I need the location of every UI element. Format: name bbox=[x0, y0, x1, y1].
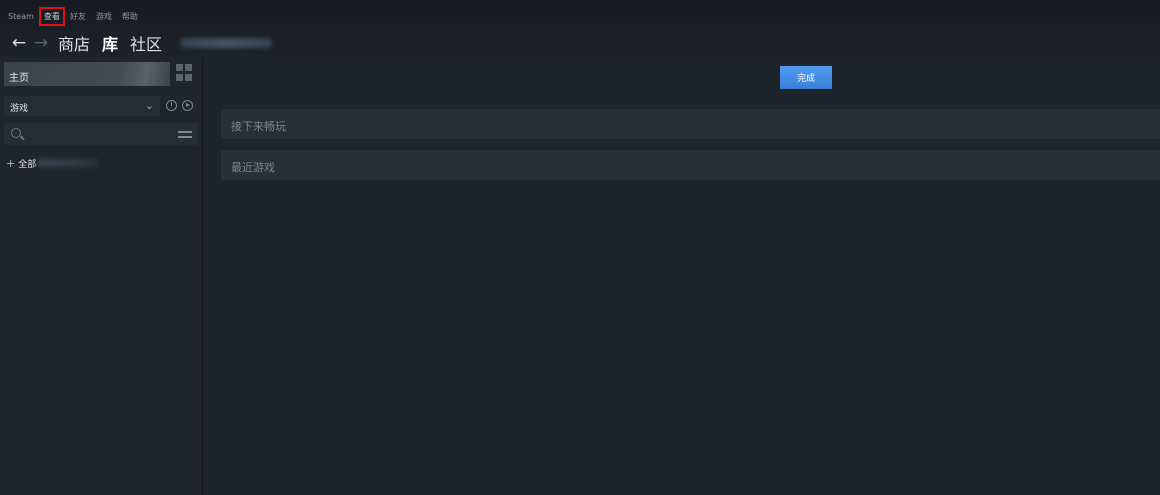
menu-friends[interactable]: 好友 bbox=[67, 9, 89, 24]
nav-community[interactable]: 社区 bbox=[130, 31, 162, 55]
search-icon bbox=[11, 128, 21, 138]
blurred-count bbox=[38, 159, 99, 167]
menu-bar: Steam 查看 好友 游戏 帮助 bbox=[5, 6, 141, 26]
home-button[interactable]: 主页 bbox=[4, 62, 170, 86]
nav-library[interactable]: 库 bbox=[102, 31, 118, 55]
menu-help[interactable]: 帮助 bbox=[119, 9, 141, 24]
advanced-filter-icon[interactable] bbox=[178, 129, 192, 139]
games-filter-dropdown[interactable]: 游戏 ⌄ bbox=[4, 96, 160, 116]
title-bar: Steam 查看 好友 游戏 帮助 ← → 商店 库 社区 bbox=[0, 0, 1160, 58]
library-sidebar: 主页 游戏 ⌄ + 全部 bbox=[0, 58, 203, 495]
nav-bar: ← → 商店 库 社区 bbox=[8, 31, 273, 55]
clock-icon[interactable] bbox=[166, 100, 177, 111]
search-input[interactable] bbox=[28, 125, 172, 143]
play-icon[interactable] bbox=[182, 100, 193, 111]
username-blurred[interactable] bbox=[180, 38, 273, 48]
expand-plus-icon[interactable]: + bbox=[6, 157, 15, 170]
shelf-up-next[interactable]: 接下来畅玩 bbox=[221, 109, 1160, 139]
menu-games[interactable]: 游戏 bbox=[93, 9, 115, 24]
nav-store[interactable]: 商店 bbox=[58, 31, 90, 55]
back-arrow-icon[interactable]: ← bbox=[8, 33, 30, 53]
search-row bbox=[4, 123, 198, 145]
done-button[interactable]: 完成 bbox=[780, 66, 832, 89]
filter-row: 游戏 ⌄ bbox=[4, 96, 198, 116]
games-filter-label: 游戏 bbox=[10, 104, 29, 114]
all-games-label: 全部 bbox=[18, 159, 37, 170]
library-main: 完成 接下来畅玩 最近游戏 bbox=[203, 58, 1160, 495]
grid-view-icon[interactable] bbox=[176, 64, 194, 82]
all-games-collection[interactable]: + 全部 bbox=[6, 156, 196, 170]
menu-view[interactable]: 查看 bbox=[38, 6, 65, 26]
forward-arrow-icon[interactable]: → bbox=[30, 33, 52, 53]
shelf-recent-games[interactable]: 最近游戏 bbox=[221, 150, 1160, 180]
menu-steam[interactable]: Steam bbox=[5, 10, 37, 23]
chevron-down-icon: ⌄ bbox=[144, 99, 154, 112]
